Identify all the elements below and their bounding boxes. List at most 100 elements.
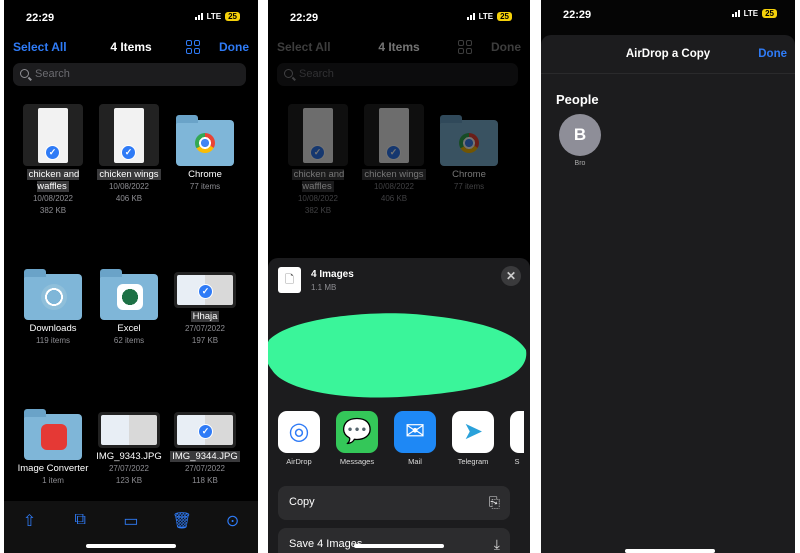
file-meta: 10/08/2022 (297, 194, 339, 203)
files-screen: 22:29 LTE 25 Select All 4 Items Done Sear… (4, 0, 258, 553)
file-meta: 382 KB (304, 206, 332, 215)
file-name: Downloads (15, 323, 91, 335)
file-thumbnail: ✓ (174, 412, 236, 448)
share-title: 4 Images (311, 269, 354, 280)
status-time: 22:29 (290, 12, 319, 24)
redaction-scribble (268, 313, 527, 398)
file-item[interactable]: Chrome 77 items (431, 104, 507, 193)
grid-view-icon[interactable] (186, 40, 200, 54)
checkmark-icon: ✓ (198, 284, 213, 299)
telegram-icon: ➤ (452, 411, 494, 453)
file-meta: 10/08/2022 (373, 182, 415, 191)
save-icon: ⤓ (493, 536, 500, 552)
file-meta: 197 KB (191, 336, 219, 345)
file-item[interactable]: Chrome 77 items (167, 104, 243, 193)
share-app-mail[interactable]: ✉ Mail (394, 411, 436, 466)
file-thumbnail: ✓ (23, 104, 83, 166)
nav-bar: Select All 4 Items Done (4, 40, 258, 56)
share-app-s[interactable]: S (510, 411, 524, 466)
home-indicator (625, 549, 715, 553)
file-meta: 27/07/2022 (108, 464, 150, 473)
chrome-app-icon (195, 133, 215, 153)
status-bar: 22:29 LTE 25 (541, 9, 795, 23)
file-item[interactable]: ✓ chicken and waffles 10/08/2022 382 KB (280, 104, 356, 217)
home-indicator (86, 544, 176, 548)
share-app-label: Telegram (457, 457, 489, 466)
checkmark-icon: ✓ (386, 145, 401, 160)
file-name-text: IMG_9344.JPG (170, 451, 240, 462)
file-item[interactable]: ✓ chicken wings 10/08/2022 406 KB (356, 104, 432, 205)
avatar[interactable]: B (559, 114, 601, 156)
network-label: LTE (743, 9, 759, 18)
share-sheet: 🗋 4 Images 1.1 MB ✕ ◎ AirDrop 💬 Messages ✉ Ma… (268, 258, 530, 553)
folder-icon (176, 115, 234, 166)
file-thumbnail: ✓ (99, 104, 159, 166)
file-item[interactable]: IMG_9343.JPG 27/07/2022 123 KB (91, 398, 167, 487)
done-button[interactable]: Done (758, 48, 787, 60)
file-item[interactable]: Image Converter 1 item (15, 398, 91, 487)
share-icon[interactable]: ⇧ (19, 511, 39, 553)
file-name: Excel (91, 323, 167, 335)
file-thumbnail: ✓ (364, 104, 424, 166)
nav-bar: Select All 4 Items Done (268, 40, 530, 56)
file-name: IMG_9344.JPG (167, 451, 243, 463)
file-name: Chrome (431, 169, 507, 181)
file-meta: 1 item (42, 476, 64, 485)
file-name-text: Chrome (452, 169, 486, 180)
share-app-label: Mail (408, 457, 422, 466)
share-app-label: Messages (339, 457, 375, 466)
file-name-text: Downloads (29, 323, 77, 334)
copy-action[interactable]: Copy ⎘ (278, 486, 510, 520)
file-name-text: Hhaja (190, 311, 220, 322)
status-bar: 22:29 LTE 25 (4, 12, 258, 26)
status-time: 22:29 (563, 9, 592, 21)
share-app-telegram[interactable]: ➤ Telegram (452, 411, 494, 466)
file-name: Hhaja (167, 311, 243, 323)
file-item[interactable]: ✓ IMG_9344.JPG 27/07/2022 118 KB (167, 398, 243, 487)
file-meta: 119 items (35, 336, 71, 345)
close-button[interactable]: ✕ (501, 266, 521, 286)
airdrop-sheet: AirDrop a Copy Done People B Bro (541, 35, 795, 553)
file-name-text: chicken and waffles (291, 169, 345, 192)
done-button: Done (491, 40, 521, 54)
section-heading: People (556, 92, 599, 107)
done-button[interactable]: Done (219, 40, 249, 54)
network-label: LTE (478, 12, 494, 21)
imageconverter-app-icon (41, 424, 67, 450)
search-input[interactable]: Search (13, 63, 246, 86)
thumbnail-preview (101, 415, 157, 445)
file-name-text: Chrome (188, 169, 222, 180)
file-item[interactable]: ✓ chicken wings 10/08/2022 406 KB (91, 104, 167, 205)
file-name: chicken wings (356, 169, 432, 181)
checkmark-icon: ✓ (121, 145, 136, 160)
file-thumbnail (98, 412, 160, 448)
battery-icon: 25 (762, 9, 777, 18)
file-name-text: chicken wings (362, 169, 426, 180)
airdrop-icon: ◎ (278, 411, 320, 453)
folder-icon (24, 409, 82, 460)
folder-icon (100, 269, 158, 320)
share-app-messages[interactable]: 💬 Messages (336, 411, 378, 466)
file-name-text: chicken wings (97, 169, 161, 180)
file-name-text: Image Converter (17, 463, 89, 474)
search-input: Search (277, 63, 518, 86)
s-icon (510, 411, 524, 453)
excel-app-icon (117, 284, 143, 310)
grid-view-icon (458, 40, 472, 54)
search-placeholder: Search (35, 68, 70, 80)
share-app-label: S (514, 457, 520, 466)
save-images-action[interactable]: Save 4 Images ⤓ (278, 528, 510, 553)
chrome-app-icon (459, 133, 479, 153)
signal-icon (194, 13, 203, 20)
battery-icon: 25 (225, 12, 240, 21)
file-item[interactable]: Downloads 119 items (15, 258, 91, 347)
file-meta: 123 KB (115, 476, 143, 485)
share-app-airdrop[interactable]: ◎ AirDrop (278, 411, 320, 466)
sheet-title: AirDrop a Copy (625, 48, 711, 60)
file-item[interactable]: ✓ Hhaja 27/07/2022 197 KB (167, 258, 243, 347)
file-item[interactable]: ✓ chicken and waffles 10/08/2022 382 KB (15, 104, 91, 217)
share-screen: 22:29 LTE 25 Select All 4 Items Done Sear… (268, 0, 530, 553)
file-item[interactable]: Excel 62 items (91, 258, 167, 347)
file-meta: 406 KB (380, 194, 408, 203)
more-icon[interactable]: ⊙ (223, 511, 243, 553)
